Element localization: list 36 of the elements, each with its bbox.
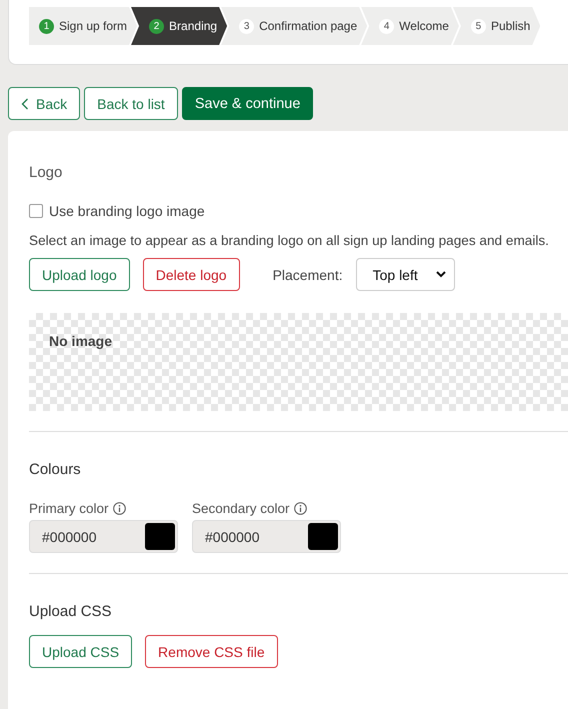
step-number: 5 <box>470 18 486 34</box>
chevron-left-icon <box>21 98 29 110</box>
color-label: Primary color <box>29 501 109 516</box>
checkbox-label: Use branding logo image <box>49 203 205 219</box>
step-tab[interactable]: 4 Welcome <box>361 7 459 45</box>
color-input-field[interactable]: #000000 <box>192 520 341 553</box>
checkbox[interactable] <box>29 204 43 218</box>
step-tab[interactable]: 3 Confirmation page <box>221 7 368 45</box>
step-number: 3 <box>239 18 254 34</box>
step-tab[interactable]: 1 Sign up form <box>29 7 138 45</box>
action-button[interactable]: Back to list <box>84 87 178 120</box>
color-label: Secondary color <box>192 501 290 516</box>
description-text: Select an image to appear as a branding logo on all sign up landing pages and emails. <box>29 233 550 248</box>
color-swatch[interactable] <box>145 523 175 550</box>
step-number: 1 <box>39 18 54 34</box>
section-title: Colours <box>29 461 82 478</box>
section-title: Upload CSS <box>29 603 113 620</box>
step-number: 2 <box>149 18 164 34</box>
step-number: 4 <box>379 18 394 34</box>
css-button[interactable]: Upload CSS <box>29 635 132 668</box>
no-image-label: No image <box>49 333 112 349</box>
chevron-down-icon <box>436 271 446 278</box>
css-button[interactable]: Remove CSS file <box>145 635 278 668</box>
step-tab[interactable]: 5 Publish <box>452 7 540 45</box>
color-input-field[interactable]: #000000 <box>29 520 178 553</box>
action-button[interactable]: Save & continue <box>182 87 314 120</box>
step-tab[interactable]: 2 Branding <box>131 7 228 45</box>
info-icon <box>294 502 307 515</box>
color-swatch[interactable] <box>308 523 338 550</box>
placement-dropdown[interactable]: Top left <box>356 258 455 291</box>
info-icon <box>112 502 126 515</box>
section-title: Logo <box>29 164 64 181</box>
action-button[interactable]: Back <box>8 87 80 120</box>
logo-button[interactable]: Delete logo <box>142 258 240 291</box>
logo-button[interactable]: Upload logo <box>29 258 130 291</box>
placement-label: Placement: <box>272 266 343 282</box>
